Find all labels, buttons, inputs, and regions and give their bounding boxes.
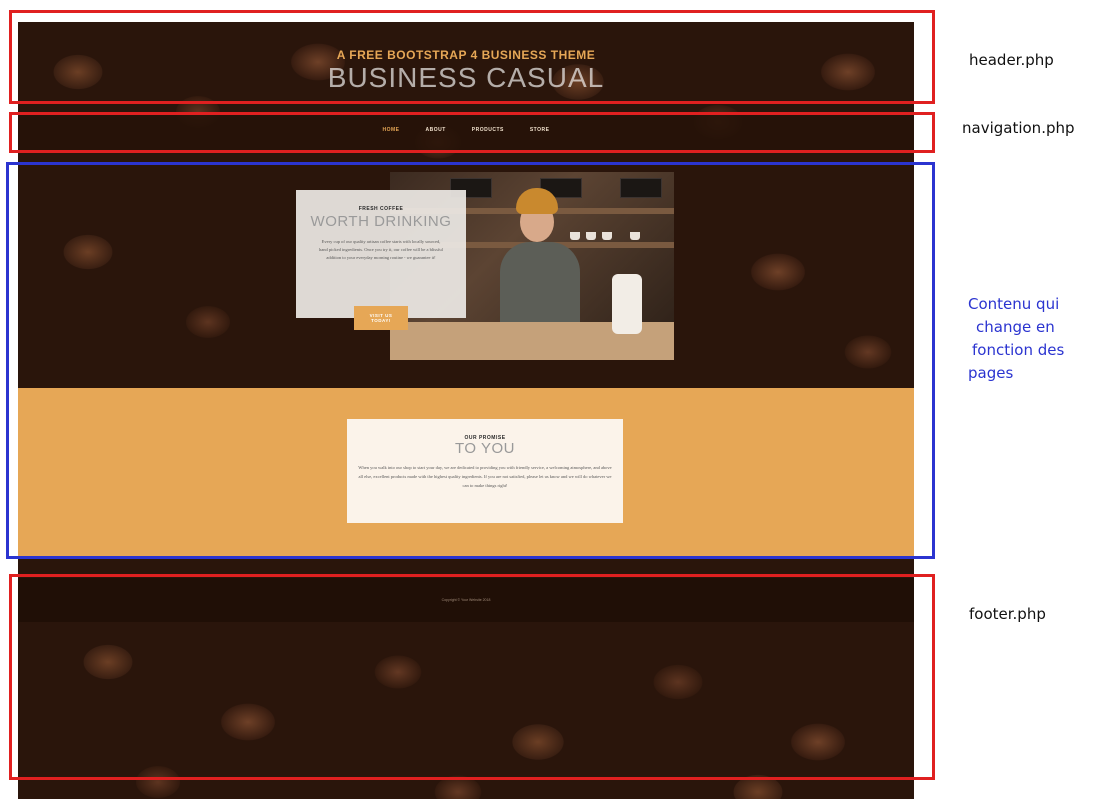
content-annotation-line: Contenu qui — [968, 295, 1060, 313]
content-annotation-line: fonction des — [972, 341, 1065, 359]
header-annotation-box — [9, 10, 935, 104]
footer-annotation-label: footer.php — [969, 605, 1046, 623]
header-annotation-label: header.php — [969, 51, 1054, 69]
footer-annotation-box — [9, 574, 935, 780]
navigation-annotation-label: navigation.php — [962, 119, 1075, 137]
content-annotation-line: change en — [976, 318, 1055, 336]
navigation-annotation-box — [9, 112, 935, 153]
content-annotation-label: Contenu qui change en fonction des pages — [968, 293, 1064, 385]
content-annotation-line: pages — [968, 364, 1014, 382]
content-annotation-box — [6, 162, 935, 559]
